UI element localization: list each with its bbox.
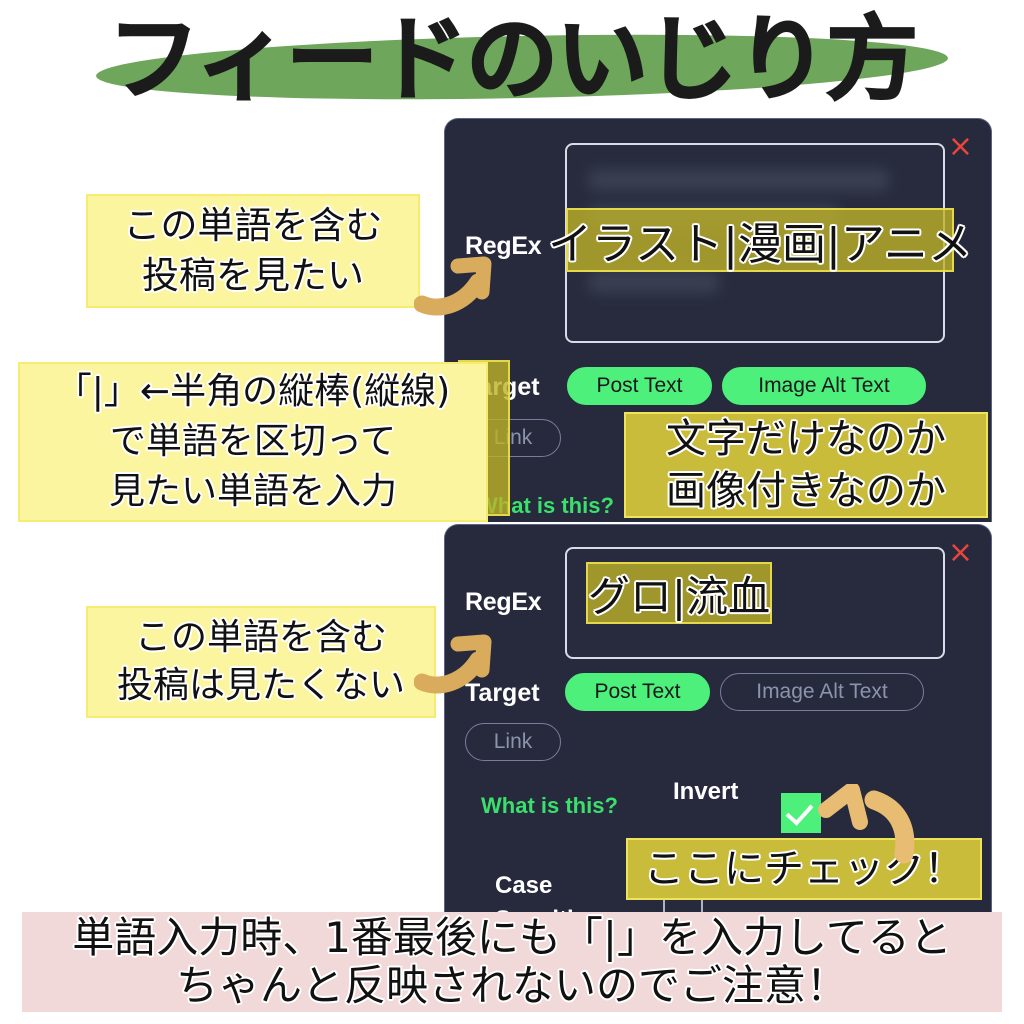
- what-is-this-link[interactable]: What is this?: [481, 793, 618, 819]
- arrow-to-invert-checkbox-icon: [818, 784, 915, 864]
- annotation-line: 文字だけなのか: [666, 416, 946, 462]
- annotation-note-target: 文字だけなのか 画像付きなのか: [624, 412, 988, 518]
- annotation-line: この単語を含む: [123, 204, 383, 247]
- redacted-text-line: [589, 169, 889, 191]
- invert-label: Invert: [673, 778, 739, 805]
- annotation-line: 見たい単語を入力: [108, 471, 397, 512]
- target-link-button[interactable]: Link: [465, 723, 561, 761]
- footer-line: ちゃんと反映されないのでご注意！: [175, 961, 848, 1010]
- annotation-line: で単語を区切って: [109, 421, 397, 462]
- redacted-text-line: [589, 271, 719, 293]
- case-sensitive-label: Case Sensitive: [495, 872, 600, 914]
- annotation-note-pipe: 「|」←半角の縦棒(縦線) で単語を区切って 見たい単語を入力: [18, 362, 488, 522]
- annotation-line: 「|」←半角の縦棒(縦線): [55, 371, 451, 412]
- footer-warning-banner: 単語入力時、1番最後にも「|」を入力してると ちゃんと反映されないのでご注意！: [22, 912, 1002, 1012]
- annotation-line: この単語を含む: [134, 617, 387, 658]
- page-title-area: フィードのいじり方: [0, 0, 1024, 118]
- regex-label: RegEx: [465, 588, 542, 616]
- arrow-to-regex-exclude-icon: [414, 634, 492, 694]
- target-post-text-button[interactable]: Post Text: [565, 673, 710, 711]
- annotation-note-include: この単語を含む 投稿を見たい: [86, 194, 420, 308]
- annotation-line: 投稿を見たい: [142, 254, 364, 297]
- annotation-note-check: ここにチェック！: [626, 838, 982, 900]
- close-icon[interactable]: ×: [948, 132, 973, 162]
- footer-line: 単語入力時、1番最後にも「|」を入力してると: [72, 913, 952, 962]
- annotation-line: 投稿は見たくない: [116, 665, 405, 706]
- target-post-text-button[interactable]: Post Text: [567, 367, 712, 405]
- regex-value-exclude: グロ|流血: [587, 571, 771, 621]
- annotation-note-exclude: この単語を含む 投稿は見たくない: [86, 606, 436, 718]
- page-title: フィードのいじり方: [107, 6, 919, 113]
- arrow-to-regex-include-icon: [414, 256, 492, 316]
- annotation-line: 画像付きなのか: [666, 468, 946, 514]
- close-icon[interactable]: ×: [948, 538, 973, 568]
- target-image-alt-text-button[interactable]: Image Alt Text: [720, 673, 924, 711]
- target-image-alt-text-button[interactable]: Image Alt Text: [722, 367, 926, 405]
- regex-value-include: イラスト|漫画|アニメ: [548, 219, 972, 270]
